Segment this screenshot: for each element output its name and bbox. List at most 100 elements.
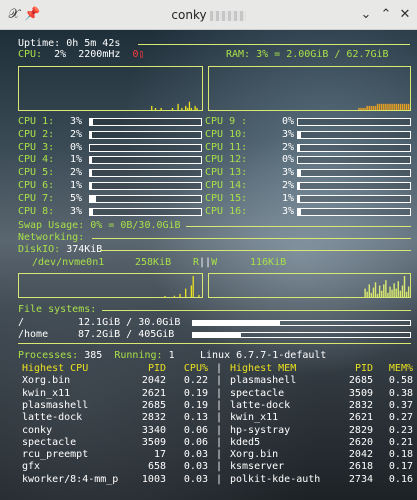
process-name: conky [22, 424, 53, 436]
process-usage: 0.19 [183, 387, 208, 399]
cpu-core-value: 5% [69, 192, 82, 204]
column-separator: | [216, 412, 223, 424]
graph-bar [399, 103, 402, 110]
graph-bar [154, 107, 157, 110]
process-count: 385 [84, 350, 103, 361]
filesystem-bar [192, 332, 411, 338]
table-header: PID [147, 363, 166, 374]
graph-bar [383, 284, 385, 297]
minimize-icon[interactable]: ⌄ [358, 7, 374, 23]
divider [186, 226, 411, 227]
graph-bar [196, 107, 198, 110]
filesystem-mount: / [18, 317, 25, 328]
cpu-core-label: CPU 13: [205, 167, 248, 179]
process-name: plasmashell [230, 375, 297, 387]
filesystems-label: File systems: [18, 304, 97, 315]
divider [102, 310, 411, 311]
process-usage: 0.18 [388, 449, 413, 461]
swap-row: Swap Usage: 0% = 0B/30.0GiB [18, 220, 181, 231]
cpu-core-bar [297, 118, 411, 126]
process-pid: 17 [153, 449, 166, 461]
cpu-core-label: CPU 2: [18, 128, 55, 140]
graph-bar [391, 289, 393, 297]
disk-read-graph [18, 273, 203, 298]
table-header: Highest MEM [230, 363, 297, 374]
process-pid: 1003 [141, 473, 166, 485]
divider [100, 250, 411, 251]
graph-bar [372, 287, 375, 297]
graph-bar [397, 103, 400, 110]
cpu-core-bar [89, 207, 202, 216]
graph-bar [360, 107, 362, 110]
process-name: kwin_x11 [230, 412, 279, 424]
process-pid: 3509 [348, 387, 373, 399]
cpu-core-bar [297, 130, 411, 139]
maximize-icon[interactable]: ⌃ [378, 7, 394, 23]
graph-bar [366, 291, 368, 297]
cpu-core-label: CPU 4: [18, 154, 55, 166]
process-pid: 2685 [141, 399, 166, 411]
cpu-core-label: CPU 3: [18, 141, 55, 153]
cpu-core-label: CPU 8: [18, 205, 55, 217]
process-pid: 2832 [348, 399, 373, 411]
graph-bar [380, 103, 383, 110]
column-separator: | [216, 473, 223, 485]
process-pid: 2618 [348, 461, 373, 473]
ram-summary: RAM: 3% = 2.00GiB / 62.7GiB [226, 49, 389, 60]
process-pid: 2621 [141, 387, 166, 399]
process-usage: 0.58 [388, 375, 413, 387]
graph-bar [185, 105, 187, 110]
cpu-core-value: 2% [69, 128, 82, 140]
process-summary: Processes: 385 Running: 1 [18, 350, 175, 361]
cpu-core-value: 0% [281, 116, 294, 127]
cpu-core-label: CPU 10: [205, 128, 248, 140]
filesystem-usage: 87.2GiB / 405GiB [78, 329, 175, 340]
process-usage: 0.22 [183, 375, 208, 387]
process-usage: 0.23 [388, 424, 413, 436]
process-pid: 2829 [348, 424, 373, 436]
divider [138, 44, 410, 45]
filesystem-mount: /home [18, 329, 49, 340]
cpu-core-bar-fill [90, 170, 93, 177]
graph-bar [173, 295, 176, 297]
process-pid: 658 [147, 461, 166, 473]
graph-bar [389, 103, 391, 110]
column-separator: | [216, 449, 223, 461]
process-usage: 0.21 [388, 436, 413, 448]
graph-bar [380, 290, 383, 297]
divider [92, 238, 411, 239]
graph-bar [374, 282, 377, 297]
graph-bar [391, 103, 393, 110]
cpu-core-bar [297, 169, 411, 178]
cpu-summary: CPU: 2% 2200mHz 0▯ [18, 49, 145, 60]
graph-bar [179, 293, 181, 297]
diskio-read: 258KiB [135, 257, 172, 268]
process-usage: 0.17 [388, 461, 413, 473]
process-name: kded5 [230, 436, 261, 448]
cpu-core-label: CPU 11: [205, 141, 248, 153]
process-name: spectacle [230, 387, 285, 399]
cpu-core-bar-fill [298, 144, 301, 151]
process-usage: 0.16 [388, 473, 413, 485]
process-usage: 0.03 [183, 473, 208, 485]
cpu-core-bar-fill [298, 183, 301, 189]
process-pid: 2734 [348, 473, 373, 485]
close-icon[interactable]: ✕ [397, 7, 413, 23]
graph-bar [397, 281, 400, 297]
cpu-core-value: 3% [281, 128, 294, 140]
graph-bar [376, 293, 379, 297]
graph-bar [387, 292, 389, 297]
cpu-core-label: CPU 9 : [205, 116, 248, 127]
process-name: kwin_x11 [22, 387, 71, 399]
graph-bar [194, 105, 196, 110]
cpu-core-label: CPU 7: [18, 192, 55, 204]
cpu-core-bar [89, 118, 202, 126]
graph-bar [190, 107, 192, 110]
graph-bar [171, 107, 174, 110]
cpu-core-value: 1% [69, 180, 82, 191]
cpu-core-bar-fill [90, 183, 93, 189]
cpu-core-label: CPU 12: [205, 154, 248, 166]
process-usage: 0.27 [388, 412, 413, 424]
cpu-core-bar-fill [90, 131, 93, 138]
graph-bar [389, 286, 391, 297]
